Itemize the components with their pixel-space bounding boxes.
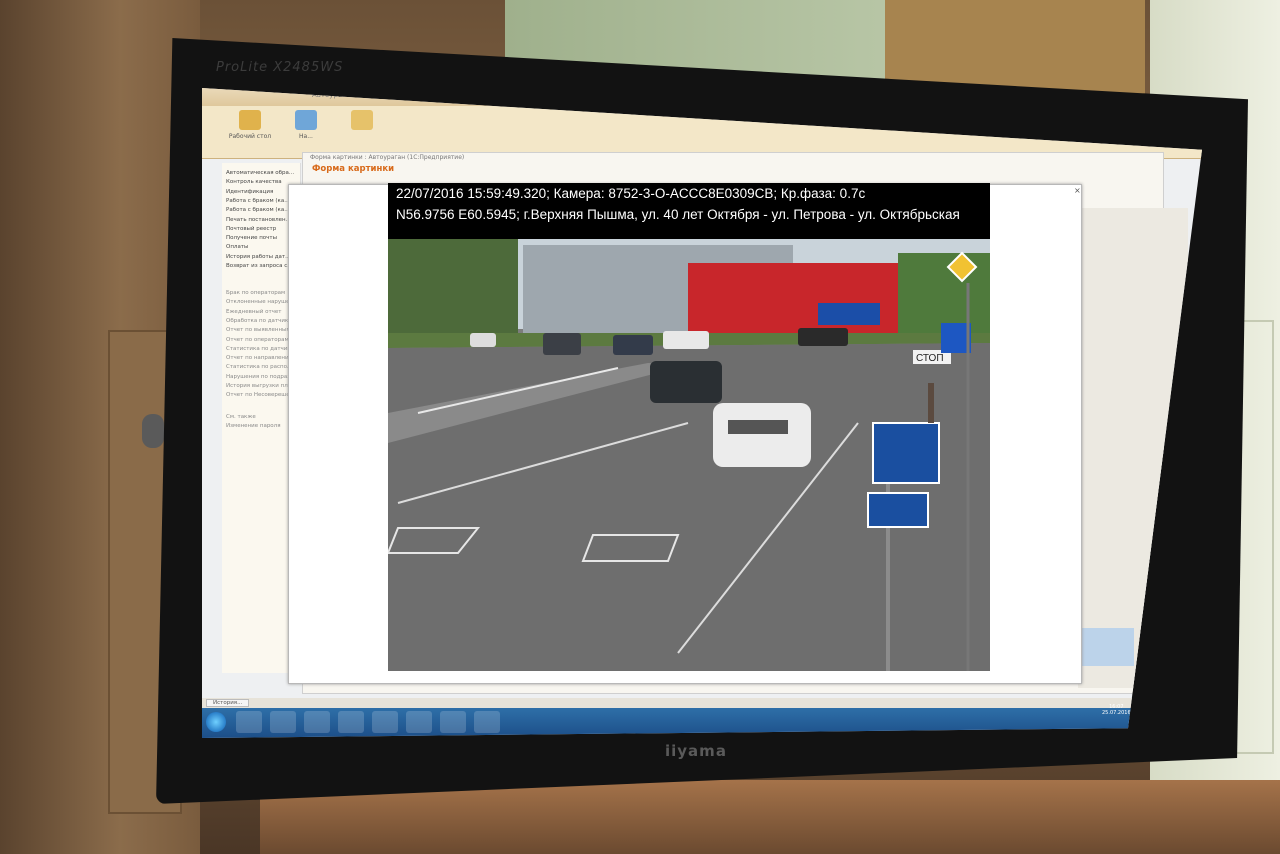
start-button[interactable] (206, 712, 226, 732)
app-taskbar-icon[interactable] (440, 711, 466, 733)
sidebar-link[interactable]: Контроль качества (226, 179, 282, 185)
ribbon-desktop-button[interactable]: Рабочий стол (226, 110, 274, 154)
dialog-window-title: Форма картинки : Автоураган (1С:Предприя… (310, 154, 465, 161)
sidebar-link[interactable]: Почтовый реестр (226, 226, 276, 232)
app-status-bar (202, 698, 1202, 708)
sidebar-link[interactable]: Оплаты (226, 244, 248, 250)
ie-taskbar-icon[interactable] (270, 711, 296, 733)
globe-icon (295, 110, 317, 130)
sidebar-link[interactable]: Получение почты (226, 235, 277, 241)
photo-caption-line1: 22/07/2016 15:59:49.320; Камера: 8752-3-… (396, 186, 866, 201)
sidebar-link[interactable]: Ежедневный отчет (226, 309, 282, 315)
history-tab[interactable]: История... (206, 699, 250, 707)
monitor-brand-logo: iiyama (665, 742, 727, 760)
sidebar-link[interactable]: См. также (226, 414, 256, 420)
close-icon[interactable]: × (1074, 186, 1081, 195)
photo-caption-bar: 22/07/2016 15:59:49.320; Камера: 8752-3-… (388, 183, 990, 239)
dialog-heading: Форма картинки (312, 164, 395, 174)
ribbon-second-button[interactable]: На... (282, 110, 330, 154)
camera-photo: СТОП 22/07/2016 15:59:49.320; Камера: 87… (388, 183, 990, 671)
1c-taskbar-icon[interactable] (474, 711, 500, 733)
sidebar-link[interactable]: Идентификация (226, 189, 273, 195)
sidebar-link[interactable]: Печать постановлен... (226, 217, 291, 223)
explorer-taskbar-icon[interactable] (372, 711, 398, 733)
sidebar-link[interactable]: Возврат из запроса с... (226, 263, 293, 269)
word-taskbar-icon[interactable] (236, 711, 262, 733)
sidebar-link[interactable]: Работа с браком (ка... (226, 198, 289, 204)
ribbon-second-label: На... (299, 133, 313, 140)
desktop-icon (239, 110, 261, 130)
sidebar-link[interactable]: Отчет по направлениям (226, 355, 296, 361)
sidebar-link[interactable]: Обработка по датчикам (226, 318, 296, 324)
sidebar-link[interactable]: Автоматическая обра... (226, 170, 294, 176)
folder-taskbar-icon[interactable] (406, 711, 432, 733)
traffic-scene-image: СТОП (388, 239, 990, 671)
ribbon-desktop-label: Рабочий стол (228, 133, 272, 140)
folder-icon (351, 110, 373, 130)
sidebar-link[interactable]: Изменение пароля (226, 423, 281, 429)
tray-date: 25.07.2016 (1102, 710, 1131, 716)
sidebar-link[interactable]: Работа с браком (ка... (226, 207, 289, 213)
media-taskbar-icon[interactable] (304, 711, 330, 733)
photo-caption-line2: N56.9756 E60.5945; г.Верхняя Пышма, ул. … (396, 207, 960, 222)
chrome-taskbar-icon[interactable] (338, 711, 364, 733)
sidebar-link[interactable]: История работы дат... (226, 254, 290, 260)
ribbon-third-button[interactable] (338, 110, 386, 154)
cabinet-knob (142, 414, 164, 448)
stop-sign-text: СТОП (916, 353, 944, 364)
sidebar-link[interactable]: Брак по операторам (226, 290, 285, 296)
sidebar-link[interactable]: Отчет по операторам (226, 337, 289, 343)
monitor-screen: Автоураган — 1С:Предприятие Рабочий стол… (202, 88, 1202, 738)
monitor-model-label: ProLite X2485WS (216, 60, 344, 75)
tray-clock: 16:07 25.07.2016 (1102, 704, 1131, 716)
